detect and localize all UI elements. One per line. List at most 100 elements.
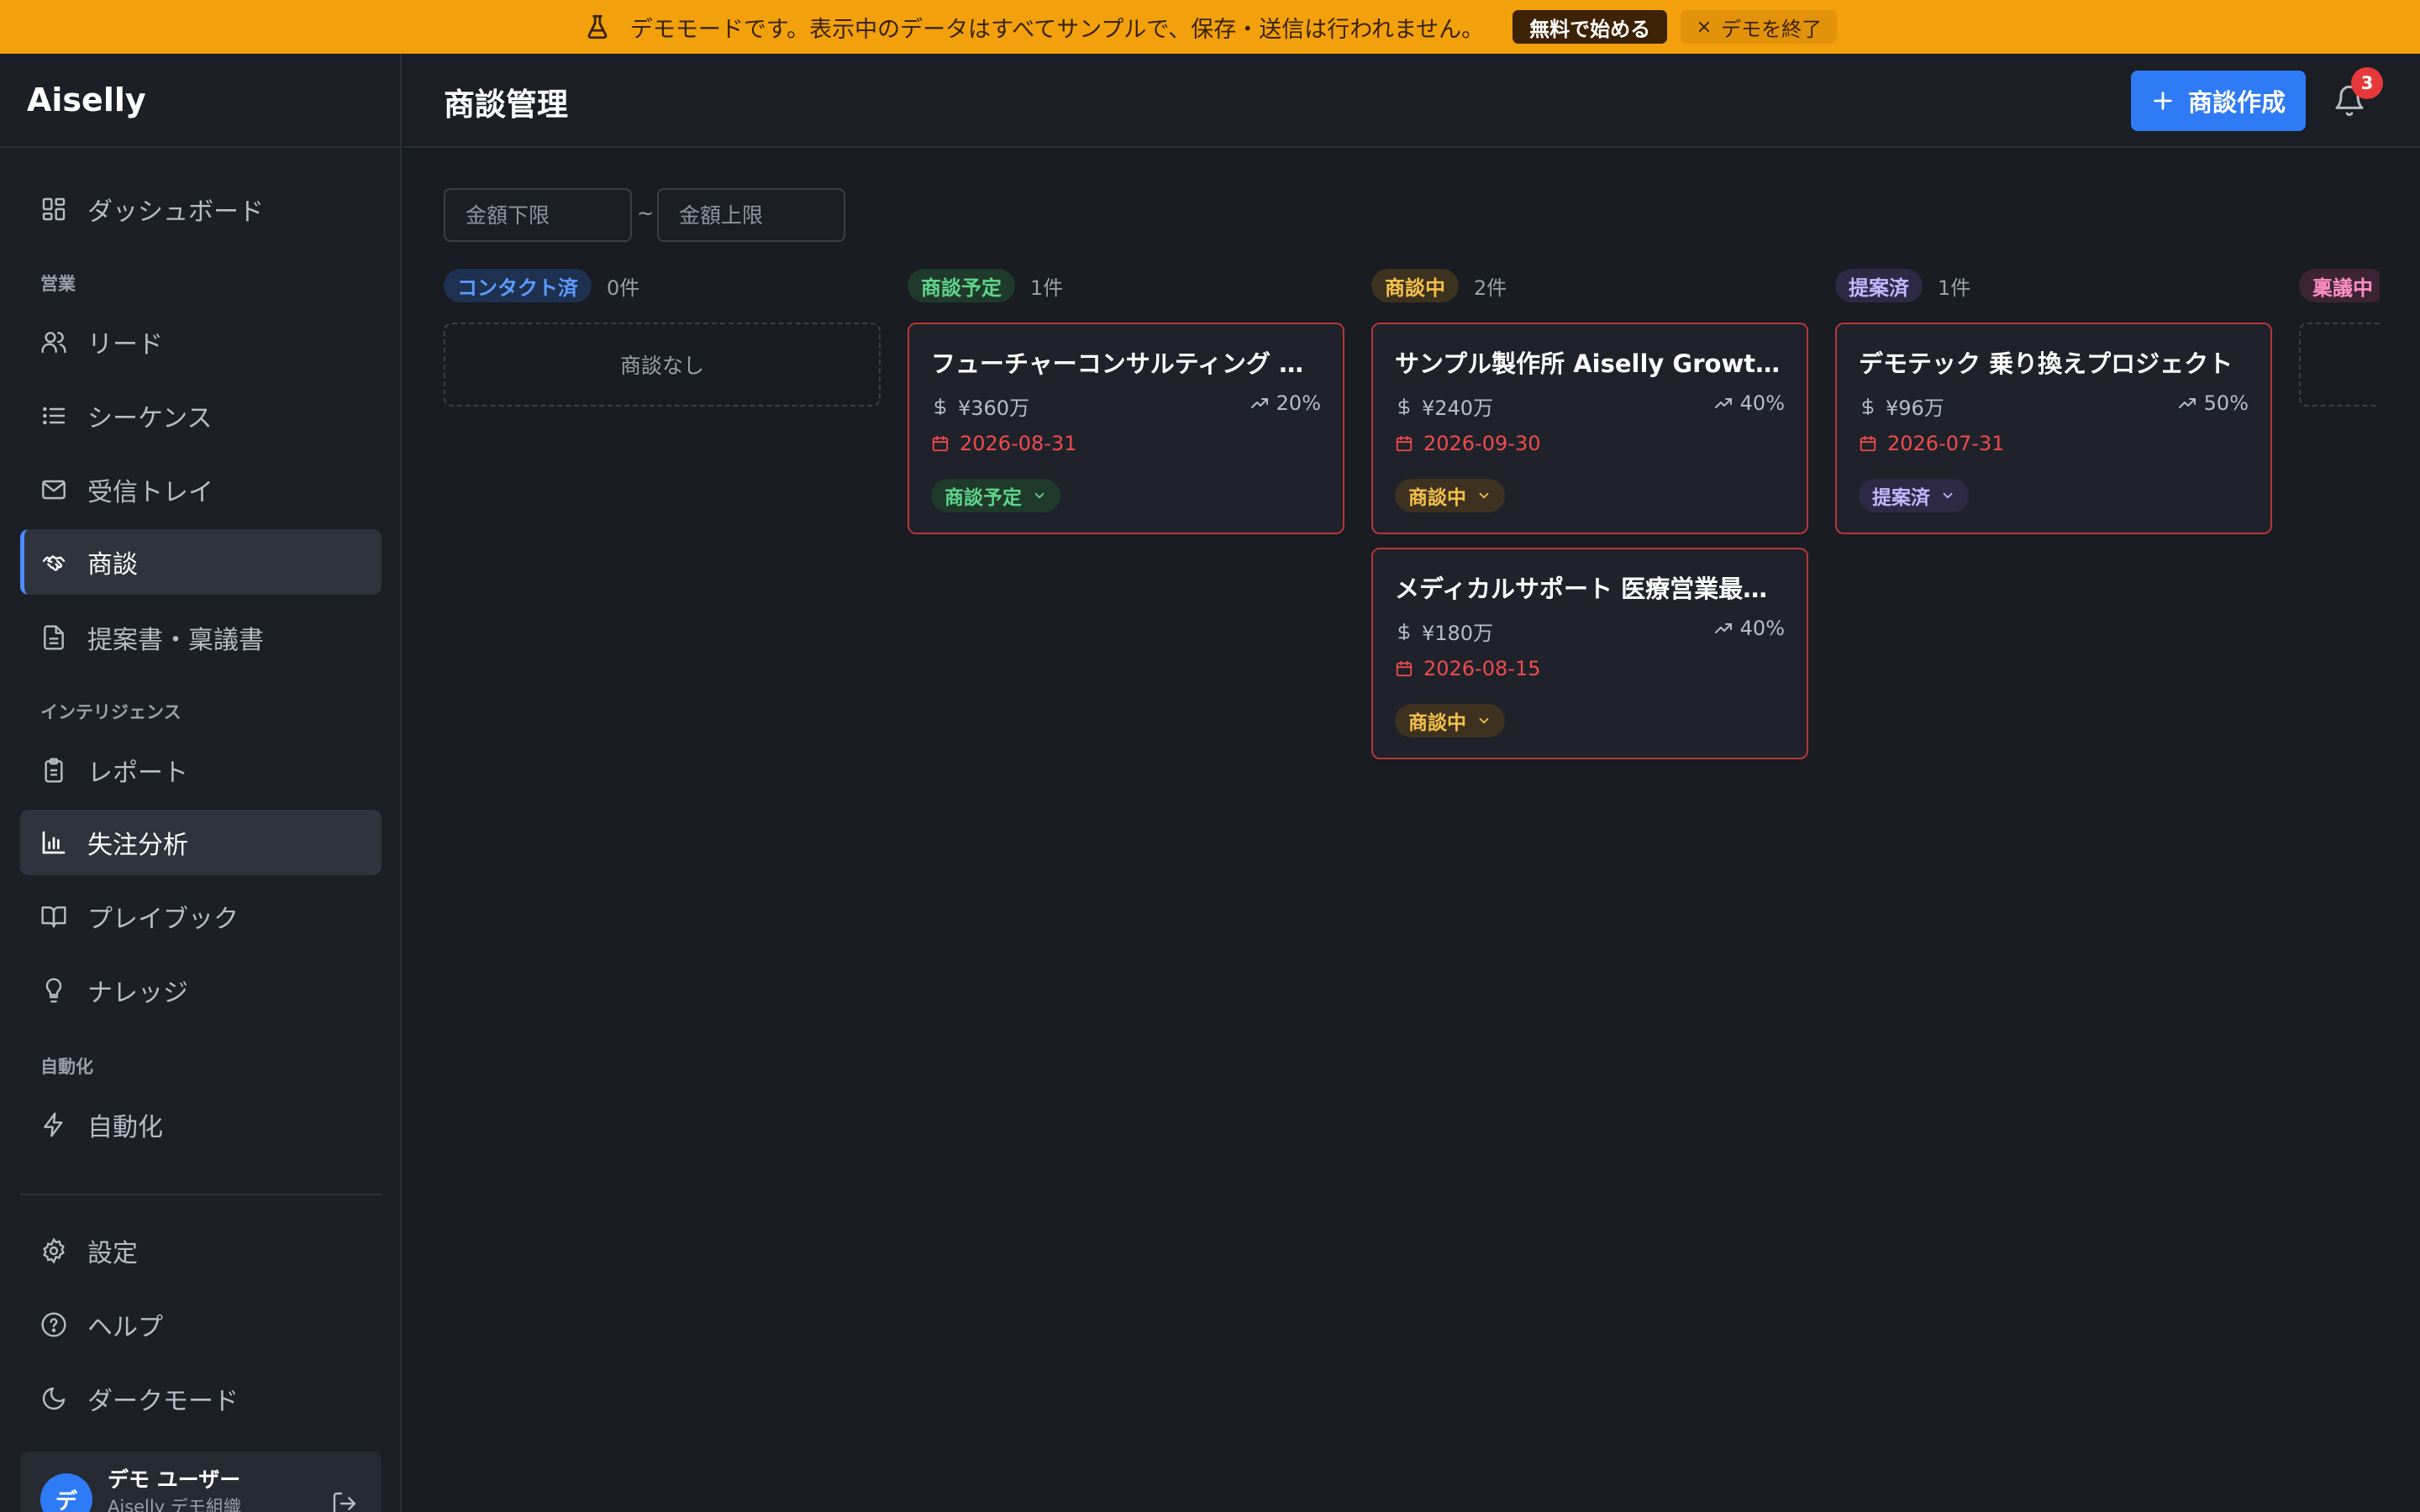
deal-amount: ¥360万 <box>931 391 1029 421</box>
deal-probability-value: 20% <box>1276 391 1321 415</box>
bar-chart-icon <box>42 831 66 854</box>
create-deal-button[interactable]: 商談作成 <box>2131 71 2306 131</box>
trending-up-icon <box>1250 398 1268 408</box>
sidebar-item-label: レポート <box>87 759 188 788</box>
column-header-proposed: 提案済 1件 <box>1835 269 1970 302</box>
chevron-down-icon <box>1034 492 1044 499</box>
sidebar-item-label: ダークモード <box>87 1387 239 1416</box>
sidebar-item-label: 失注分析 <box>87 831 188 860</box>
empty-column-placeholder <box>2299 323 2380 407</box>
sidebar-item-automation[interactable]: 自動化 <box>20 1092 381 1158</box>
calendar-icon <box>1860 435 1876 452</box>
deal-probability: 20% <box>1249 391 1321 415</box>
sidebar-item-label: シーケンス <box>87 404 213 433</box>
calendar-icon <box>932 435 949 452</box>
bolt-icon <box>44 1112 63 1137</box>
start-free-button[interactable]: 無料で始める <box>1512 10 1668 44</box>
sidebar-item-inbox[interactable]: 受信トレイ <box>20 457 381 522</box>
document-icon <box>44 625 64 650</box>
brand-logo[interactable]: Aiselly <box>0 54 400 148</box>
deal-amount-value: ¥180万 <box>1422 622 1494 645</box>
demo-banner-message: デモモードです。表示中のデータはすべてサンプルで、保存・送信は行われません。 <box>629 16 1485 43</box>
deal-title: フューチャーコンサルティング 全社導入 <box>931 349 1326 378</box>
deal-card[interactable]: メディカルサポート 医療営業最適化 ¥180万 40% 2026-08-15 商… <box>1371 548 1808 759</box>
column-count: 1件 <box>1030 276 1064 300</box>
stage-pill: コンタクト済 <box>444 269 592 302</box>
sidebar-item-reports[interactable]: レポート <box>20 738 381 803</box>
sidebar-item-leads[interactable]: リード <box>20 309 381 375</box>
moon-icon <box>42 1387 66 1410</box>
book-icon <box>41 906 66 928</box>
section-label-intelligence: インテリジェンス <box>40 702 182 722</box>
column-header-contacted: コンタクト済 0件 <box>444 269 639 302</box>
sidebar-item-dashboard[interactable]: ダッシュボード <box>20 176 381 242</box>
sidebar-item-playbook[interactable]: プレイブック <box>20 884 381 949</box>
lightbulb-icon <box>45 978 62 1003</box>
sidebar-item-label: 商談 <box>87 550 138 580</box>
chevron-down-icon <box>1479 717 1489 724</box>
exit-demo-label: デモを終了 <box>1721 17 1823 41</box>
deal-probability-value: 50% <box>2203 391 2249 415</box>
range-separator: ~ <box>637 202 655 225</box>
exit-demo-button[interactable]: デモを終了 <box>1681 10 1838 44</box>
avatar: デ <box>40 1473 92 1512</box>
sidebar-item-settings[interactable]: 設定 <box>20 1218 381 1284</box>
sidebar-item-help[interactable]: ヘルプ <box>20 1292 381 1357</box>
stage-select[interactable]: 商談予定 <box>931 479 1060 512</box>
stage-select[interactable]: 提案済 <box>1859 479 1969 512</box>
sidebar-item-loss-analysis[interactable]: 失注分析 <box>20 810 381 875</box>
trending-up-icon <box>1714 398 1732 408</box>
stage-select[interactable]: 商談中 <box>1395 704 1505 738</box>
demo-banner: デモモードです。表示中のデータはすべてサンプルで、保存・送信は行われません。 無… <box>0 0 2420 54</box>
deal-probability-value: 40% <box>1739 391 1785 415</box>
logout-icon[interactable] <box>331 1490 358 1512</box>
column-header-in-progress: 商談中 2件 <box>1371 269 1507 302</box>
deal-title: メディカルサポート 医療営業最適化 <box>1395 575 1790 603</box>
user-card[interactable]: デ デモ ユーザー Aiselly デモ組織 <box>20 1452 381 1512</box>
sidebar-item-sequences[interactable]: シーケンス <box>20 383 381 449</box>
deal-card[interactable]: サンプル製作所 Aiselly Growth導入 ¥240万 40% 2026-… <box>1371 323 1808 534</box>
clipboard-icon <box>45 758 63 783</box>
deal-title: デモテック 乗り換えプロジェクト <box>1859 349 2233 378</box>
sidebar-item-deals[interactable]: 商談 <box>20 529 381 595</box>
deal-card[interactable]: デモテック 乗り換えプロジェクト ¥96万 50% 2026-07-31 提案済 <box>1835 323 2272 534</box>
deal-close-date: 2026-08-31 <box>931 432 1076 455</box>
stage-select[interactable]: 商談中 <box>1395 479 1505 512</box>
user-name: デモ ユーザー <box>108 1467 241 1492</box>
deal-close-date-value: 2026-07-31 <box>1887 432 2005 455</box>
sidebar-item-proposals[interactable]: 提案書・稟議書 <box>20 605 381 670</box>
user-org: Aiselly デモ組織 <box>108 1497 241 1512</box>
deal-close-date: 2026-07-31 <box>1859 432 2004 455</box>
column-approval-partial: 稟議中 <box>2299 260 2380 428</box>
sidebar-item-knowledge[interactable]: ナレッジ <box>20 958 381 1023</box>
stage-select-value: 商談中 <box>1408 487 1466 509</box>
page-header: 商談管理 商談作成 3 <box>403 54 2420 148</box>
calendar-icon <box>1396 660 1413 677</box>
deal-amount-value: ¥96万 <box>1886 396 1944 420</box>
dark-mode-toggle[interactable]: ダークモード <box>20 1366 381 1431</box>
column-count: 0件 <box>607 276 640 300</box>
calendar-icon <box>1396 435 1413 452</box>
sidebar-item-label: リード <box>87 330 163 360</box>
deal-amount-value: ¥240万 <box>1422 396 1494 420</box>
deal-close-date: 2026-08-15 <box>1395 657 1540 680</box>
sidebar-item-label: 自動化 <box>87 1113 163 1142</box>
stage-pill: 稟議中 <box>2299 269 2380 302</box>
deal-card[interactable]: フューチャーコンサルティング 全社導入 ¥360万 20% 2026-08-31… <box>908 323 1344 534</box>
stage-pill: 商談中 <box>1371 269 1459 302</box>
deal-close-date: 2026-09-30 <box>1395 432 1540 455</box>
plus-icon <box>2154 92 2172 110</box>
chevron-down-icon <box>1943 492 1953 499</box>
create-deal-label: 商談作成 <box>2187 88 2286 117</box>
trending-up-icon <box>1714 623 1732 633</box>
amount-max-input[interactable] <box>657 188 845 242</box>
amount-min-input[interactable] <box>444 188 632 242</box>
sidebar: Aiselly ダッシュボード 営業 リード シーケンス 受信トレイ 商談 提案… <box>0 54 402 1512</box>
sidebar-item-label: 受信トレイ <box>87 478 213 507</box>
section-label-sales: 営業 <box>40 274 76 294</box>
deal-title: サンプル製作所 Aiselly Growth導入 <box>1395 349 1790 378</box>
gear-icon <box>43 1237 65 1264</box>
chevron-down-icon <box>1479 492 1489 499</box>
deal-amount: ¥180万 <box>1395 617 1493 646</box>
deal-amount: ¥240万 <box>1395 391 1493 421</box>
